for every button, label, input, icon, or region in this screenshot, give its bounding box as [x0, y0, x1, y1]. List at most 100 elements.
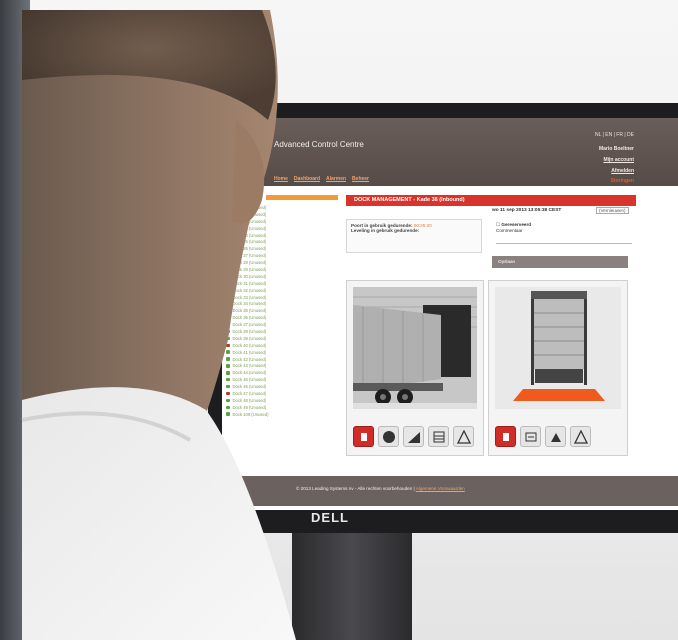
sidebar-item-dock[interactable]: Dock 32 (Unused) [226, 287, 338, 294]
background-shelf [0, 0, 30, 640]
nav-alarms[interactable]: Alarmen [326, 176, 346, 182]
sidebar-item-dock[interactable]: Dock 46 (Unused) [226, 383, 338, 390]
sidebar-item-dock[interactable]: Dock 49 (Unused) [226, 404, 338, 411]
door-control-icons [495, 426, 591, 447]
save-label: Opslaan [498, 259, 516, 264]
app-title: Advanced Control Centre [274, 140, 364, 149]
sidebar-item-dock[interactable]: Dock 24 (Unused) [226, 232, 338, 239]
comment-label: Commentaar [496, 228, 523, 233]
leveler-icon[interactable] [403, 426, 424, 447]
sidebar-item-dock[interactable]: Dock 100 (Unused) [226, 411, 338, 418]
nav-home[interactable]: Home [274, 176, 288, 182]
dock-info-box: Poort in gebruik gedurende: 00:25:20 Lev… [346, 219, 482, 253]
dock-status-icon [226, 233, 230, 237]
sidebar-item-dock[interactable]: Dock 30 (Unused) [226, 273, 338, 280]
sidebar-item-label: Dock 100 (Unused) [232, 411, 269, 417]
dock-status-icon [226, 377, 230, 382]
dock-status-icon [226, 405, 230, 410]
account-link[interactable]: Mijn account [603, 157, 634, 163]
dock-status-icon [226, 267, 230, 272]
sidebar-item-label: Dock 38 (Unused) [232, 328, 267, 334]
door-open-icon[interactable] [520, 426, 541, 447]
light-icon[interactable] [378, 426, 399, 447]
dock-status-icon [226, 274, 230, 279]
door-stop-icon[interactable] [495, 426, 516, 447]
app-header: Advanced Control Centre NL | EN | FR | D… [222, 118, 678, 186]
sidebar-item-dock[interactable]: Dock 25 (Unused) [226, 238, 338, 245]
truck-camera-panel [346, 280, 484, 456]
sidebar-item-dock[interactable]: Dock 48 (Unused) [226, 397, 338, 404]
sidebar-item-dock[interactable]: Dock 39 (Unused) [226, 335, 338, 342]
sidebar-item-label: Dock 25 (Unused) [232, 239, 267, 245]
dock-status-icon [226, 371, 230, 375]
photo-scene: DELL Advanced Control Centre NL | EN | F… [0, 0, 678, 640]
dock-door-image [495, 287, 621, 409]
sidebar-item-dock[interactable]: Dock 26 (Unused) [226, 245, 338, 252]
sidebar-item-label: Dock 27 (Unused) [232, 253, 267, 259]
sidebar-item-label: Dock 42 (Unused) [232, 356, 267, 362]
sidebar-item-label: Dock 49 (Unused) [232, 404, 267, 410]
dock-status-icon [226, 412, 230, 416]
sidebar-item-label: Dock 30 (Unused) [232, 273, 267, 279]
sidebar-item-dock[interactable]: Dock 22 (Unused) [226, 218, 338, 225]
alert-link[interactable]: Storingen [611, 178, 634, 184]
dock-status-icon [226, 398, 230, 403]
sidebar-item-dock[interactable]: Dock 35 (Unused) [226, 307, 338, 314]
door-icon[interactable] [428, 426, 449, 447]
nav-dashboard[interactable]: Dashboard [294, 176, 320, 182]
dock-status-icon [226, 357, 230, 361]
section-title: DOCK MANAGEMENT - Kade 38 (Inbound) [346, 195, 636, 206]
refresh-button[interactable]: (Vernieuwen) [596, 207, 629, 214]
sidebar-item-dock[interactable]: Dock 23 (Unused) [226, 225, 338, 232]
sidebar-item-label: Dock 28 (Unused) [232, 260, 267, 266]
dock-status-icon [226, 205, 230, 210]
dock-status-icon [226, 247, 230, 251]
sidebar-item-label: Dock 36 (Unused) [232, 315, 267, 321]
dock-status-icon [226, 253, 230, 258]
language-switcher[interactable]: NL | EN | FR | DE [595, 132, 634, 138]
sidebar-item-dock[interactable]: Dock 42 (Unused) [226, 356, 338, 363]
sidebar-item-dock[interactable]: Dock 41 (Unused) [226, 349, 338, 356]
reserved-checkbox[interactable]: ☐ [496, 222, 500, 227]
sidebar-item-label: Dock 31 (Unused) [232, 280, 267, 286]
sidebar-item-dock[interactable]: Dock 34 (Unused) [226, 300, 338, 307]
dock-status-icon [226, 219, 230, 223]
main-nav: Home Dashboard Alarmen Beheer [274, 176, 369, 182]
warning-icon[interactable] [453, 426, 474, 447]
sidebar-item-dock[interactable]: Dock 28 (Unused) [226, 259, 338, 266]
sidebar-item-dock[interactable]: Dock 47 (Unused) [226, 390, 338, 397]
sidebar-item-dock[interactable]: Dock 29 (Unused) [226, 266, 338, 273]
sidebar-item-label: Dock 32 (Unused) [232, 287, 267, 293]
stop-icon[interactable] [353, 426, 374, 447]
sidebar-item-dock[interactable]: Dock 21 (Unused) [226, 211, 338, 218]
sidebar-item-dock[interactable]: Dock 20 (Unused) [226, 204, 338, 211]
sidebar-item-dock[interactable]: Dock 43 (Unused) [226, 362, 338, 369]
current-datetime: wo 11 sep 2013 13:05:38 CEST [492, 208, 562, 213]
sidebar-item-dock[interactable]: Dock 37 (Unused) [226, 321, 338, 328]
sidebar-item-label: Dock 23 (Unused) [232, 225, 267, 231]
door-close-icon[interactable] [545, 426, 566, 447]
dock-status-icon [226, 309, 230, 313]
user-name: Mario Boeltner [598, 146, 634, 152]
sidebar-item-dock[interactable]: Dock 33 (Unused) [226, 294, 338, 301]
sidebar-item-dock[interactable]: Dock 40 (Unused) [226, 342, 338, 349]
terms-link[interactable]: Algemene Voorwaarden [416, 486, 465, 491]
logout-link[interactable]: Afmelden [611, 168, 634, 174]
reservation-box: ☐ Gereserveerd Commentaar [492, 219, 636, 253]
sidebar-item-dock[interactable]: Dock 44 (Unused) [226, 369, 338, 376]
dock-status-icon [226, 240, 230, 244]
footer-text: © 2013 Leading Systems nv - Alle rechten… [296, 486, 465, 491]
comment-input[interactable] [496, 237, 632, 244]
sidebar-item-dock[interactable]: Dock 36 (Unused) [226, 314, 338, 321]
sidebar-item-dock[interactable]: Dock 38 (Unused) [226, 328, 338, 335]
dock-status-icon [226, 350, 230, 354]
door-warning-icon[interactable] [570, 426, 591, 447]
dock-list-sidebar: Dock 20 (Unused) Dock 21 (Unused) Dock 22 … [226, 204, 338, 418]
sidebar-item-dock[interactable]: Dock 45 (Unused) [226, 376, 338, 383]
sidebar-item-dock[interactable]: Dock 31 (Unused) [226, 280, 338, 287]
dock-control-icons [353, 426, 474, 447]
save-button[interactable]: Opslaan [492, 256, 628, 268]
sidebar-item-dock[interactable]: Dock 27 (Unused) [226, 252, 338, 259]
nav-manage[interactable]: Beheer [352, 176, 369, 182]
dock-status-icon [226, 322, 230, 327]
